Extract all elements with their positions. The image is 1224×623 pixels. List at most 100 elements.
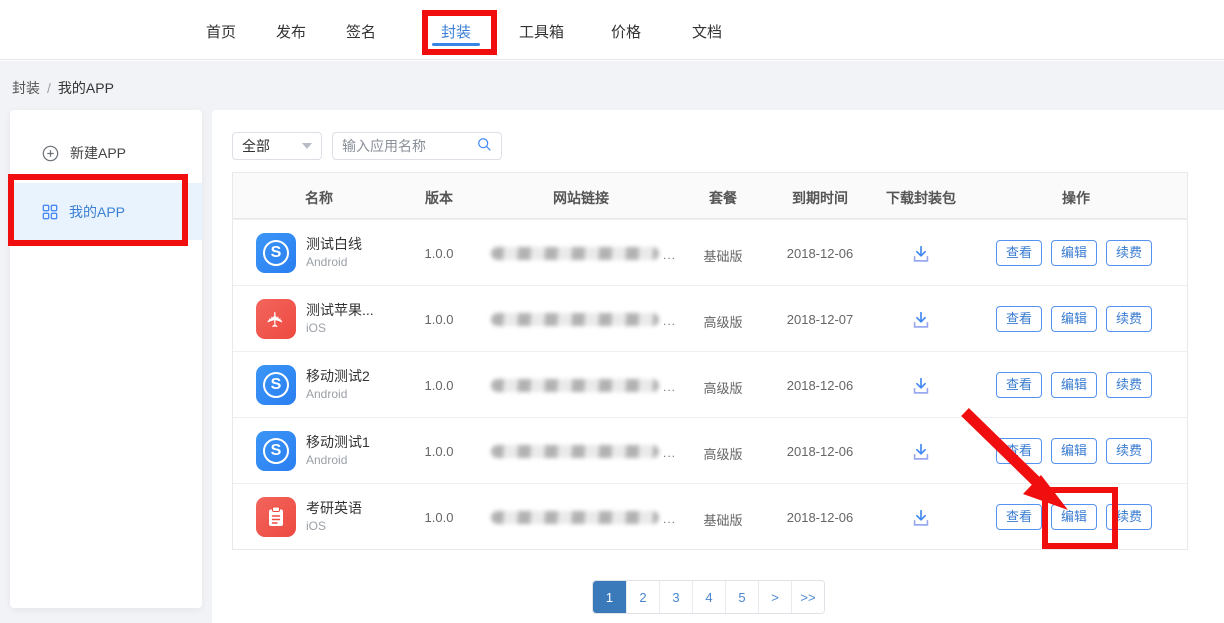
row-actions: 查看 编辑 续费: [996, 438, 1152, 464]
pagination: 1 2 3 4 5 > >>: [592, 580, 825, 614]
col-download: 下载封装包: [886, 188, 956, 208]
breadcrumb-separator: /: [47, 80, 51, 96]
nav-item-home[interactable]: 首页: [206, 21, 236, 42]
version-cell: 1.0.0: [403, 378, 475, 393]
breadcrumb: 封装 / 我的APP: [12, 78, 114, 98]
breadcrumb-parent[interactable]: 封装: [12, 80, 40, 96]
website-link-redacted: [491, 247, 659, 260]
app-table: 名称 版本 网站链接 套餐 到期时间 下载封装包 操作 S 测试白线 Andro…: [232, 172, 1188, 550]
package-cell: 高级版: [688, 378, 758, 397]
row-actions: 查看 编辑 续费: [996, 372, 1152, 398]
s-logo-icon: S: [256, 431, 296, 471]
download-icon[interactable]: [896, 374, 946, 398]
view-button[interactable]: 查看: [996, 504, 1042, 530]
category-select-value: 全部: [242, 136, 270, 156]
row-actions: 查看 编辑 续费: [996, 504, 1152, 530]
breadcrumb-current: 我的APP: [58, 80, 114, 96]
category-select[interactable]: 全部: [232, 132, 322, 160]
sidebar-item-label: 我的APP: [69, 202, 125, 222]
package-cell: 基础版: [688, 246, 758, 265]
renew-button[interactable]: 续费: [1106, 306, 1152, 332]
download-icon[interactable]: [896, 242, 946, 266]
version-cell: 1.0.0: [403, 444, 475, 459]
airplane-icon: ✈: [256, 299, 296, 339]
nav-item-price[interactable]: 价格: [611, 21, 641, 42]
version-cell: 1.0.0: [403, 312, 475, 327]
table-row: S 移动测试1 Android 1.0.0 ... 高级版 2018-12-06…: [233, 417, 1187, 483]
download-icon[interactable]: [896, 308, 946, 332]
edit-button[interactable]: 编辑: [1051, 504, 1097, 530]
table-row: S 测试白线 Android 1.0.0 ... 基础版 2018-12-06 …: [233, 219, 1187, 285]
page-next[interactable]: >: [758, 581, 791, 613]
version-cell: 1.0.0: [403, 246, 475, 261]
chevron-down-icon: [302, 143, 312, 149]
col-package: 套餐: [709, 188, 737, 208]
nav-item-sign[interactable]: 签名: [346, 21, 376, 42]
table-header: 名称 版本 网站链接 套餐 到期时间 下载封装包 操作: [233, 173, 1187, 219]
col-version: 版本: [425, 188, 453, 208]
main-panel: 全部 名称 版本 网站链接 套餐 到期时间 下载封装包 操作 S: [212, 110, 1224, 623]
expiry-cell: 2018-12-06: [771, 444, 869, 459]
grid-icon: [42, 204, 58, 220]
page-3[interactable]: 3: [659, 581, 692, 613]
col-actions: 操作: [1062, 188, 1090, 208]
website-link-redacted: [491, 313, 659, 326]
nav-item-docs[interactable]: 文档: [692, 21, 722, 42]
row-actions: 查看 编辑 续费: [996, 306, 1152, 332]
expiry-cell: 2018-12-06: [771, 510, 869, 525]
package-cell: 基础版: [688, 510, 758, 529]
view-button[interactable]: 查看: [996, 438, 1042, 464]
renew-button[interactable]: 续费: [1106, 438, 1152, 464]
package-cell: 高级版: [688, 312, 758, 331]
search-icon[interactable]: [476, 136, 492, 157]
clipboard-icon: [256, 497, 296, 537]
expiry-cell: 2018-12-06: [771, 246, 869, 261]
col-name: 名称: [305, 188, 333, 208]
link-ellipsis: ...: [663, 380, 676, 394]
view-button[interactable]: 查看: [996, 306, 1042, 332]
table-row: 考研英语 iOS 1.0.0 ... 基础版 2018-12-06 查看 编辑 …: [233, 483, 1187, 549]
edit-button[interactable]: 编辑: [1051, 438, 1097, 464]
link-ellipsis: ...: [663, 446, 676, 460]
link-ellipsis: ...: [663, 314, 676, 328]
sidebar-item-new-app[interactable]: 新建APP: [10, 133, 202, 173]
top-navigation: 首页 发布 签名 封装 工具箱 价格 文档: [0, 0, 1224, 60]
view-button[interactable]: 查看: [996, 240, 1042, 266]
sidebar-item-my-app[interactable]: 我的APP: [10, 183, 202, 240]
nav-item-toolbox[interactable]: 工具箱: [519, 21, 564, 42]
link-ellipsis: ...: [663, 512, 676, 526]
renew-button[interactable]: 续费: [1106, 240, 1152, 266]
s-logo-icon: S: [256, 365, 296, 405]
table-row: ✈ 测试苹果... iOS 1.0.0 ... 高级版 2018-12-07 查…: [233, 285, 1187, 351]
download-icon[interactable]: [896, 440, 946, 464]
renew-button[interactable]: 续费: [1106, 504, 1152, 530]
page-4[interactable]: 4: [692, 581, 725, 613]
expiry-cell: 2018-12-06: [771, 378, 869, 393]
page-last[interactable]: >>: [791, 581, 824, 613]
edit-button[interactable]: 编辑: [1051, 240, 1097, 266]
package-cell: 高级版: [688, 444, 758, 463]
view-button[interactable]: 查看: [996, 372, 1042, 398]
search-box: [332, 132, 502, 160]
page-2[interactable]: 2: [626, 581, 659, 613]
edit-button[interactable]: 编辑: [1051, 372, 1097, 398]
plus-circle-icon: [42, 145, 59, 162]
nav-item-publish[interactable]: 发布: [276, 21, 306, 42]
expiry-cell: 2018-12-07: [771, 312, 869, 327]
download-icon[interactable]: [896, 506, 946, 530]
page-5[interactable]: 5: [725, 581, 758, 613]
website-link-redacted: [491, 379, 659, 392]
website-link-redacted: [491, 445, 659, 458]
row-actions: 查看 编辑 续费: [996, 240, 1152, 266]
edit-button[interactable]: 编辑: [1051, 306, 1097, 332]
renew-button[interactable]: 续费: [1106, 372, 1152, 398]
page: 首页 发布 签名 封装 工具箱 价格 文档 封装 / 我的APP 新建APP 我的A…: [0, 0, 1224, 623]
page-1[interactable]: 1: [593, 581, 626, 613]
version-cell: 1.0.0: [403, 510, 475, 525]
website-link-redacted: [491, 511, 659, 524]
nav-item-package[interactable]: 封装: [441, 21, 471, 42]
table-row: S 移动测试2 Android 1.0.0 ... 高级版 2018-12-06…: [233, 351, 1187, 417]
search-input[interactable]: [342, 138, 476, 154]
col-link: 网站链接: [553, 188, 609, 208]
link-ellipsis: ...: [663, 248, 676, 262]
